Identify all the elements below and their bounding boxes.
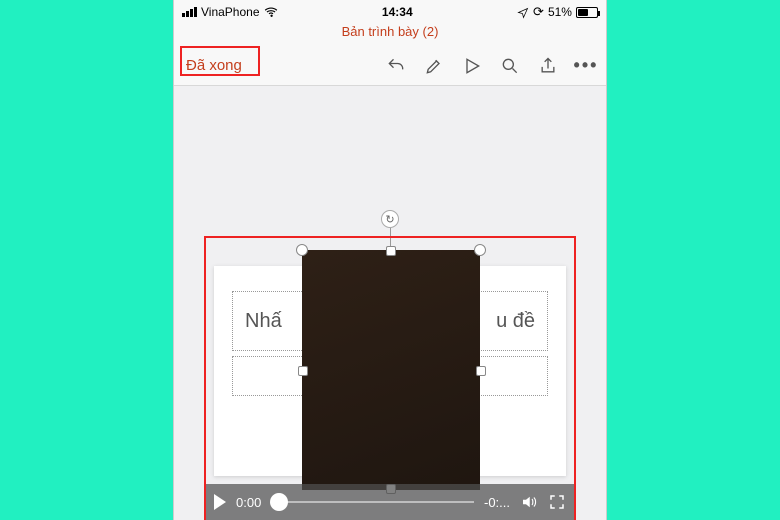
selection-handle-tr[interactable] [474,244,486,256]
rotate-handle[interactable]: ↻ [381,210,399,228]
slide-canvas[interactable]: Nhấ u đề ↻ 0:00 -0:... [174,86,606,520]
selection-handle-ml[interactable] [298,366,308,376]
carrier-label: VinaPhone [201,5,260,19]
media-progress-track[interactable] [271,501,474,503]
wifi-icon [264,5,278,20]
title-text-right: u đề [496,310,535,333]
media-progress-thumb[interactable] [270,493,288,511]
volume-button[interactable] [520,493,538,511]
phone-frame: VinaPhone 14:34 ⟳ 51% Bản trình bày (2) … [173,0,607,520]
inserted-media[interactable] [302,250,480,490]
done-button[interactable]: Đã xong [182,55,246,76]
undo-button[interactable] [384,54,408,78]
media-controls: 0:00 -0:... [204,484,576,520]
draw-button[interactable] [422,54,446,78]
selection-handle-tl[interactable] [296,244,308,256]
document-title[interactable]: Bản trình bày (2) [174,24,606,46]
selection-handle-mr[interactable] [476,366,486,376]
media-current-time: 0:00 [236,495,261,510]
status-right: ⟳ 51% [517,4,598,20]
signal-icon [182,7,197,17]
status-bar: VinaPhone 14:34 ⟳ 51% [174,0,606,24]
search-button[interactable] [498,54,522,78]
play-button[interactable] [214,494,226,510]
battery-saver-icon: ⟳ [533,4,544,20]
status-left: VinaPhone [182,5,278,20]
more-button[interactable]: ••• [574,54,598,78]
media-remaining-time: -0:... [484,495,510,510]
present-button[interactable] [460,54,484,78]
title-text-left: Nhấ [245,310,282,333]
selection-handle-tm[interactable] [386,246,396,256]
status-time: 14:34 [382,5,413,19]
battery-percent: 51% [548,5,572,19]
share-button[interactable] [536,54,560,78]
battery-icon [576,7,598,18]
fullscreen-button[interactable] [548,493,566,511]
toolbar: Đã xong ••• [174,46,606,86]
location-icon [517,5,529,19]
